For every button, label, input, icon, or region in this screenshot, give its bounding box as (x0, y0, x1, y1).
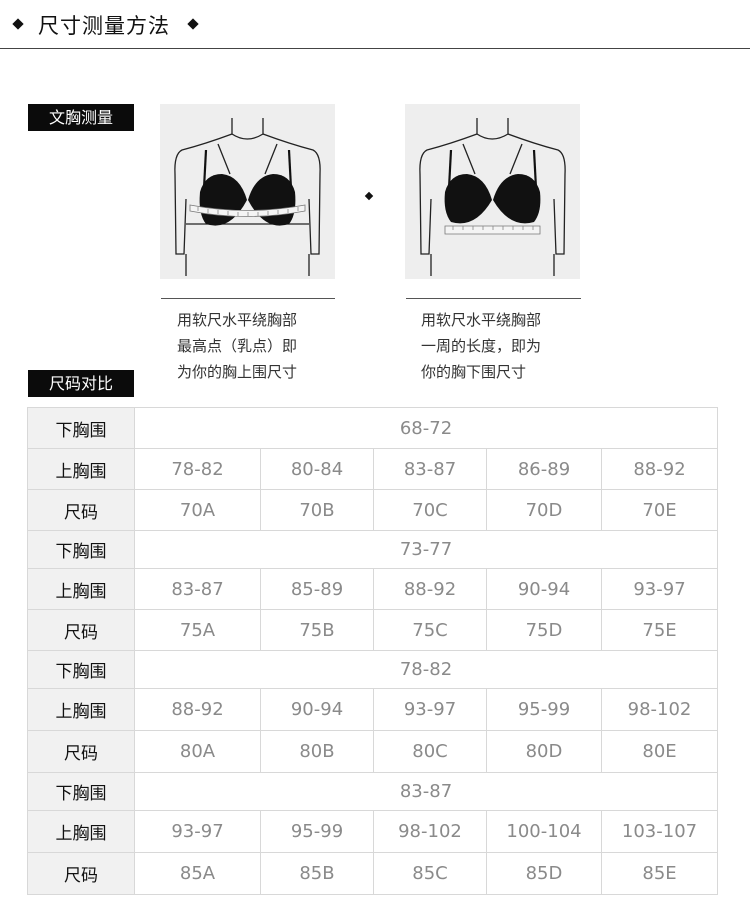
over-bust-value: 93-97 (373, 688, 487, 731)
row-label: 上胸围 (27, 810, 135, 853)
over-bust-value: 86-89 (486, 448, 602, 490)
over-bust-value: 83-87 (134, 568, 261, 610)
over-bust-value: 95-99 (486, 688, 602, 731)
size-value: 75D (486, 609, 602, 651)
over-bust-row: 上胸围 93-97 95-99 98-102 100-104 103-107 (27, 810, 719, 853)
row-label: 尺码 (27, 852, 135, 895)
over-bust-value: 98-102 (373, 810, 487, 853)
row-label: 上胸围 (27, 448, 135, 490)
diamond-separator-icon (364, 191, 374, 201)
under-bust-value: 78-82 (133, 650, 719, 689)
bust-measure-label: 文胸测量 (28, 104, 134, 131)
size-value: 85B (260, 852, 374, 895)
caption-line: 用软尺水平绕胸部 (177, 311, 298, 329)
under-bust-value: 73-77 (133, 530, 719, 569)
size-value: 85A (134, 852, 261, 895)
row-label: 下胸围 (27, 407, 135, 449)
over-bust-value: 78-82 (134, 448, 261, 490)
under-bust-row: 下胸围 73-77 (27, 530, 719, 569)
size-table: 下胸围 68-72 上胸围 78-82 80-84 83-87 86-89 88… (27, 407, 719, 895)
under-bust-row: 下胸围 68-72 (27, 407, 719, 449)
over-bust-value: 88-92 (373, 568, 487, 610)
caption-line: 用软尺水平绕胸部 (421, 311, 542, 329)
size-value: 70D (486, 489, 602, 531)
over-bust-value: 93-97 (134, 810, 261, 853)
caption-line: 为你的胸上围尺寸 (177, 363, 298, 381)
over-bust-value: 83-87 (373, 448, 487, 490)
row-label: 下胸围 (27, 772, 135, 811)
under-bust-value: 83-87 (133, 772, 719, 811)
size-value: 80C (373, 730, 487, 773)
size-value: 70B (260, 489, 374, 531)
caption-divider (406, 298, 581, 299)
over-bust-value: 95-99 (260, 810, 374, 853)
size-compare-label: 尺码对比 (28, 370, 134, 397)
under-bust-row: 下胸围 78-82 (27, 650, 719, 689)
size-value: 85D (486, 852, 602, 895)
over-bust-value: 100-104 (486, 810, 602, 853)
row-label: 下胸围 (27, 650, 135, 689)
over-bust-value: 93-97 (600, 568, 719, 610)
row-label: 尺码 (27, 730, 135, 773)
over-bust-row: 上胸围 88-92 90-94 93-97 95-99 98-102 (27, 688, 719, 731)
size-value: 75B (260, 609, 374, 651)
diamond-bullet-icon (12, 18, 24, 30)
under-bust-value: 68-72 (133, 407, 719, 449)
row-label: 上胸围 (27, 568, 135, 610)
over-bust-illustration (160, 104, 335, 279)
over-bust-value: 90-94 (260, 688, 374, 731)
under-bust-row: 下胸围 83-87 (27, 772, 719, 811)
size-value: 80A (134, 730, 261, 773)
row-label: 上胸围 (27, 688, 135, 731)
size-row: 尺码 75A 75B 75C 75D 75E (27, 609, 719, 651)
under-bust-caption: 用软尺水平绕胸部 一周的长度，即为 你的胸下围尺寸 (421, 307, 541, 385)
section-header: 尺寸测量方法 (0, 0, 750, 49)
over-bust-value: 90-94 (486, 568, 602, 610)
size-value: 80E (600, 730, 719, 773)
over-bust-value: 85-89 (260, 568, 374, 610)
over-bust-value: 88-92 (134, 688, 261, 731)
over-bust-value: 88-92 (600, 448, 719, 490)
caption-divider (161, 298, 335, 299)
size-value: 75A (134, 609, 261, 651)
caption-line: 你的胸下围尺寸 (421, 363, 527, 381)
size-value: 85E (600, 852, 719, 895)
over-bust-value: 98-102 (600, 688, 719, 731)
size-value: 85C (373, 852, 487, 895)
size-value: 70C (373, 489, 487, 531)
size-row: 尺码 80A 80B 80C 80D 80E (27, 730, 719, 773)
row-label: 下胸围 (27, 530, 135, 569)
size-value: 75C (373, 609, 487, 651)
over-bust-value: 80-84 (260, 448, 374, 490)
size-value: 80B (260, 730, 374, 773)
size-row: 尺码 85A 85B 85C 85D 85E (27, 852, 719, 895)
caption-line: 最高点（乳点）即 (177, 337, 298, 355)
page-title: 尺寸测量方法 (38, 14, 170, 38)
size-value: 80D (486, 730, 602, 773)
size-value: 70A (134, 489, 261, 531)
size-row: 尺码 70A 70B 70C 70D 70E (27, 489, 719, 531)
row-label: 尺码 (27, 489, 135, 531)
diamond-bullet-icon (187, 18, 199, 30)
row-label: 尺码 (27, 609, 135, 651)
over-bust-value: 103-107 (600, 810, 719, 853)
size-value: 75E (600, 609, 719, 651)
over-bust-row: 上胸围 78-82 80-84 83-87 86-89 88-92 (27, 448, 719, 490)
over-bust-caption: 用软尺水平绕胸部 最高点（乳点）即 为你的胸上围尺寸 (177, 307, 297, 385)
caption-line: 一周的长度，即为 (421, 337, 542, 355)
under-bust-illustration (405, 104, 580, 279)
size-value: 70E (600, 489, 719, 531)
over-bust-row: 上胸围 83-87 85-89 88-92 90-94 93-97 (27, 568, 719, 610)
